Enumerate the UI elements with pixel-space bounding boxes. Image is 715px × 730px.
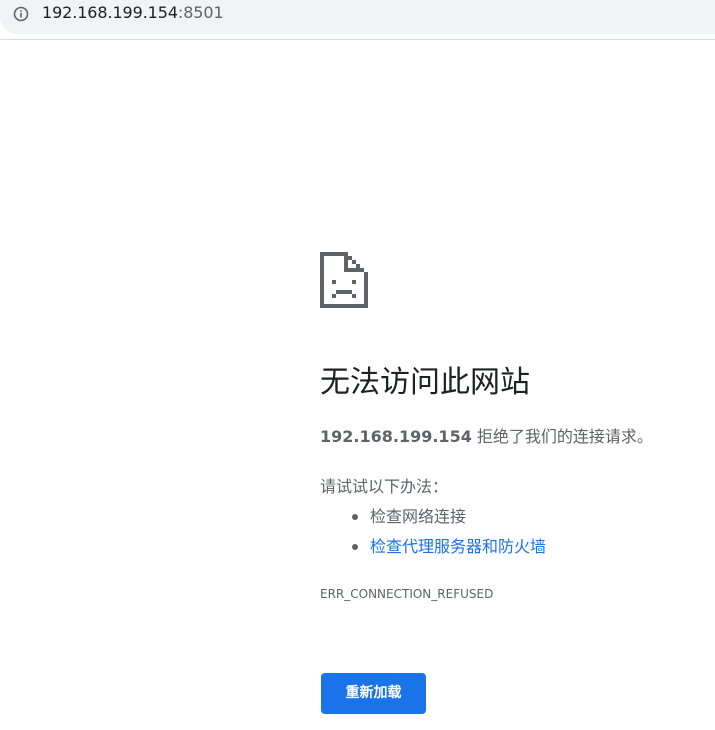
url-host: 192.168.199.154	[42, 3, 178, 22]
bullet-icon	[352, 544, 358, 550]
toolbar-divider	[0, 39, 715, 40]
bullet-icon	[352, 514, 358, 520]
url-text[interactable]: 192.168.199.154:8501	[42, 3, 224, 23]
sad-page-icon	[320, 252, 368, 308]
error-code: ERR_CONNECTION_REFUSED	[320, 587, 494, 601]
suggestions-list: 检查网络连接 检查代理服务器和防火墙	[352, 504, 546, 564]
url-port: :8501	[177, 3, 224, 22]
suggestion-check-network: 检查网络连接	[352, 504, 546, 534]
address-bar[interactable]: 192.168.199.154:8501	[0, 0, 715, 34]
suggestions-heading: 请试试以下办法：	[320, 477, 449, 496]
error-message: 192.168.199.154 拒绝了我们的连接请求。	[320, 426, 653, 448]
error-title: 无法访问此网站	[320, 365, 530, 400]
info-icon[interactable]	[13, 6, 29, 22]
check-proxy-firewall-link[interactable]: 检查代理服务器和防火墙	[370, 537, 546, 556]
error-host: 192.168.199.154	[320, 427, 472, 446]
error-message-text: 拒绝了我们的连接请求。	[471, 427, 653, 446]
suggestion-label: 检查网络连接	[370, 507, 467, 526]
suggestion-check-proxy[interactable]: 检查代理服务器和防火墙	[352, 534, 546, 564]
reload-button[interactable]: 重新加载	[321, 673, 426, 714]
